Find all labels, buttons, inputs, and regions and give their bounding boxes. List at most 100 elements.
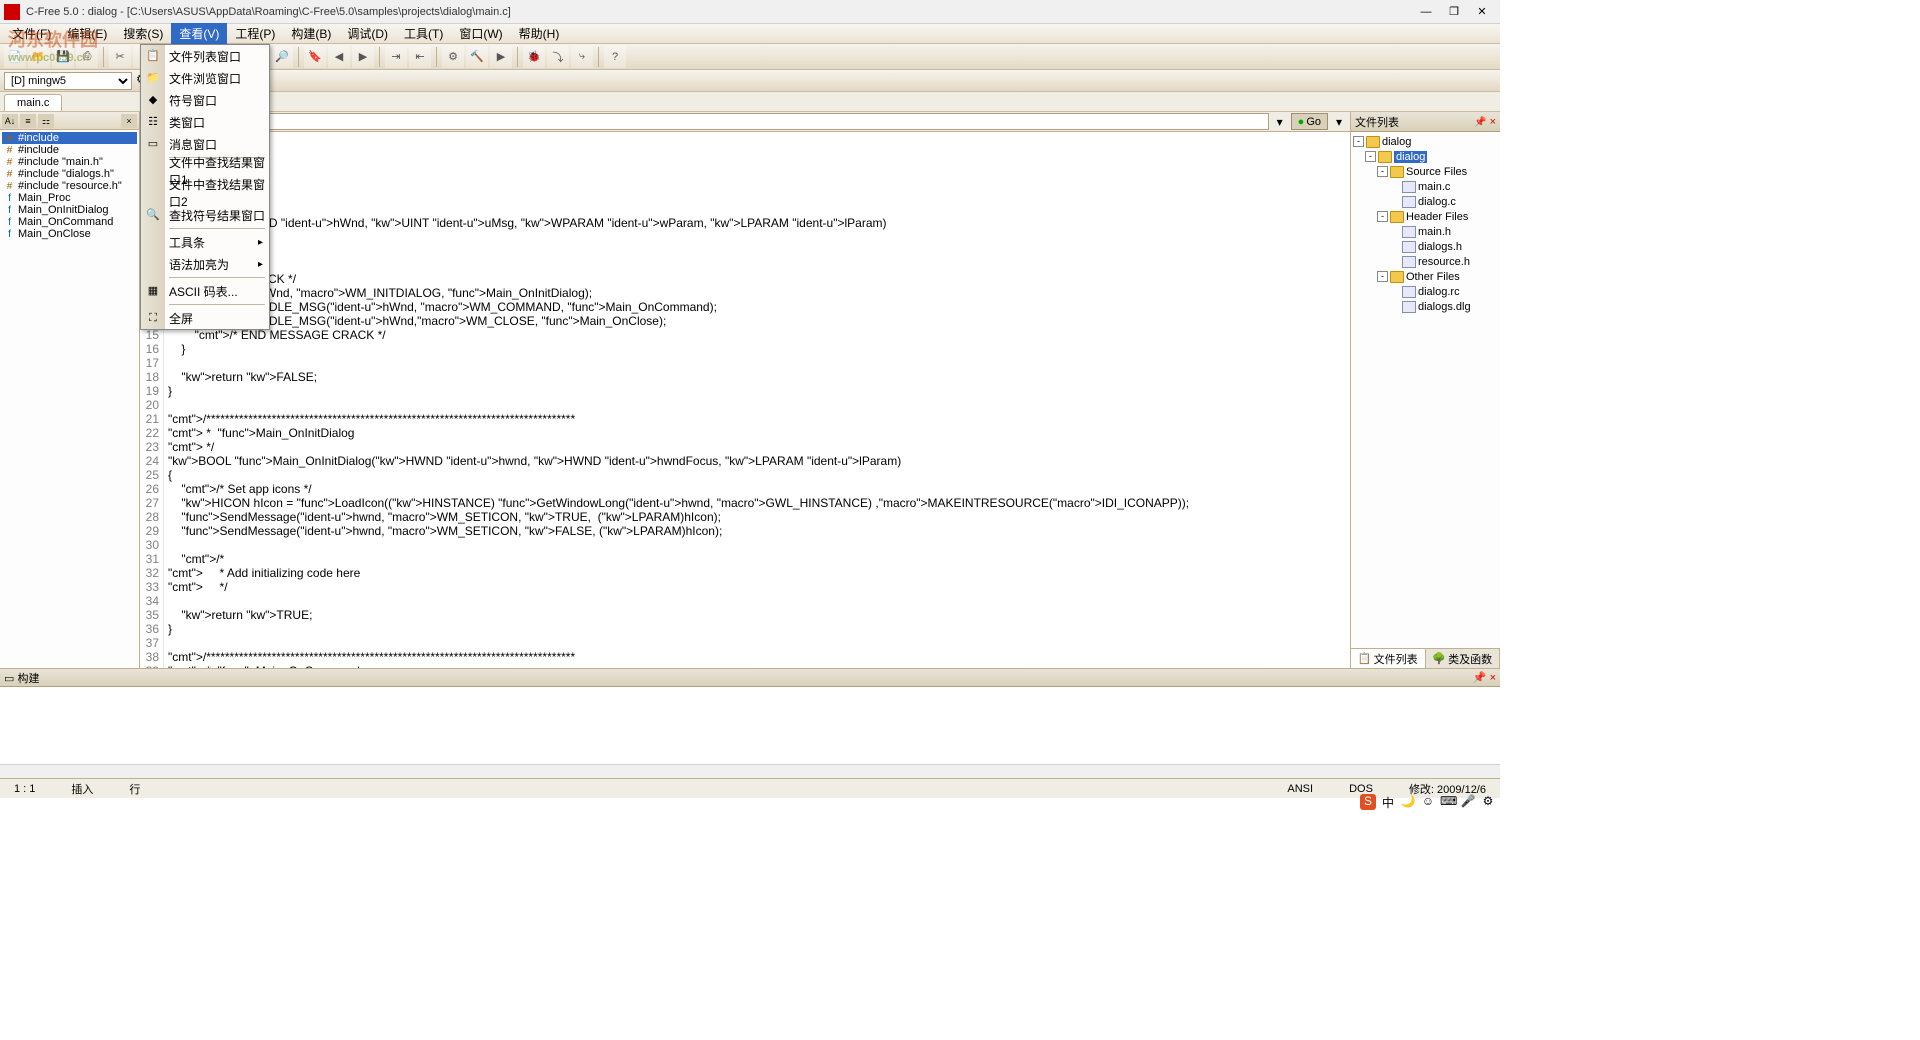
tree-node[interactable]: main.h [1353,224,1498,239]
findfiles-button[interactable]: 🔎 [271,46,293,68]
help-button[interactable]: ? [604,46,626,68]
editor-tab[interactable]: main.c [4,94,62,111]
close-icon[interactable]: × [121,114,137,128]
indent-button[interactable]: ⇥ [385,46,407,68]
outline-item[interactable]: fMain_OnCommand [2,216,137,228]
file-list-header: 文件列表 📌 × [1351,112,1500,132]
expand-icon[interactable]: - [1365,151,1376,162]
menu-item[interactable]: 📁文件浏览窗口 [141,67,269,89]
saveall-button[interactable]: ⎙ [76,46,98,68]
nav-dropdown-icon[interactable]: ▾ [1332,115,1346,129]
pin-icon[interactable]: 📌 [1473,672,1487,684]
tray-icon[interactable]: 中 [1380,794,1396,810]
tab-file-list[interactable]: 📋文件列表 [1351,649,1426,668]
expand-icon[interactable]: - [1353,136,1364,147]
debug-button[interactable]: 🐞 [523,46,545,68]
outline-item[interactable]: fMain_OnInitDialog [2,204,137,216]
tree-node[interactable]: resource.h [1353,254,1498,269]
outdent-button[interactable]: ⇤ [409,46,431,68]
menu-8[interactable]: 窗口(W) [451,23,510,44]
compiler-select[interactable]: [D] mingw5 [4,72,132,90]
expand-icon[interactable]: - [1377,271,1388,282]
go-button[interactable]: ●Go [1291,113,1328,130]
code-editor[interactable]: 1234567891011121314151617181920212223242… [140,132,1350,668]
menu-item[interactable]: ⛶全屏 [141,307,269,329]
outline-item[interactable]: ##include [2,132,137,144]
build-button[interactable]: 🔨 [466,46,488,68]
symbol-input[interactable] [226,113,1269,130]
outline-item[interactable]: ##include [2,144,137,156]
cut-button[interactable]: ✂ [109,46,131,68]
tree-node[interactable]: -dialog [1353,149,1498,164]
tray-icon[interactable]: 🎤 [1460,794,1476,810]
ime-icon[interactable]: S [1360,794,1376,810]
menu-item[interactable]: 文件中查找结果窗口2 [141,182,269,204]
tree-node[interactable]: dialogs.dlg [1353,299,1498,314]
tree-node[interactable]: -Header Files [1353,209,1498,224]
panel-close-icon[interactable]: × [1490,672,1496,684]
menu-2[interactable]: 搜索(S) [115,23,171,44]
stepinto-button[interactable]: ⤷ [571,46,593,68]
tray-icon[interactable]: 🌙 [1400,794,1416,810]
open-button[interactable]: 📂 [28,46,50,68]
bookmark-button[interactable]: 🔖 [304,46,326,68]
code-content[interactable]: ws.h>wsx.h>.h"gs.h"rce.h"n_Proc("kw">HWN… [164,132,1350,668]
tree-node[interactable]: dialog.rc [1353,284,1498,299]
prev-bookmark-button[interactable]: ◀ [328,46,350,68]
menu-item-icon: ▦ [145,283,161,299]
tab-classes[interactable]: 🌳类及函数 [1426,649,1501,668]
maximize-button[interactable]: ❐ [1440,3,1468,21]
outline-item[interactable]: ##include "main.h" [2,156,137,168]
menu-7[interactable]: 工具(T) [396,23,451,44]
menu-item[interactable]: ☷类窗口 [141,111,269,133]
menu-9[interactable]: 帮助(H) [511,23,568,44]
tree-node[interactable]: -Source Files [1353,164,1498,179]
menu-4[interactable]: 工程(P) [227,23,283,44]
panel-close-icon[interactable]: × [1490,116,1496,128]
outline-list[interactable]: ##include ##include ##include "main.h"##… [0,130,139,668]
outline-item[interactable]: ##include "resource.h" [2,180,137,192]
menu-item[interactable]: 📋文件列表窗口 [141,45,269,67]
menu-item[interactable]: 语法加亮为 [141,253,269,275]
build-scrollbar[interactable] [0,764,1500,778]
next-bookmark-button[interactable]: ▶ [352,46,374,68]
tray-icon[interactable]: ⚙ [1480,794,1496,810]
tree-node[interactable]: dialog.c [1353,194,1498,209]
navigation-bar: ▾ ●Go ▾ [140,112,1350,132]
file-tree[interactable]: -dialog-dialog-Source Filesmain.cdialog.… [1351,132,1500,648]
build-output[interactable] [0,687,1500,764]
menu-item[interactable]: ▭消息窗口 [141,133,269,155]
tree-node[interactable]: -dialog [1353,134,1498,149]
new-button[interactable]: 📄 [4,46,26,68]
tree-node[interactable]: -Other Files [1353,269,1498,284]
stepover-button[interactable]: ⤵ [547,46,569,68]
tree-node[interactable]: main.c [1353,179,1498,194]
outline-item[interactable]: fMain_Proc [2,192,137,204]
sort-icon[interactable]: A↓ [2,114,18,128]
tray-icon[interactable]: ☺ [1420,794,1436,810]
expand-icon[interactable]: - [1377,166,1388,177]
outline-item[interactable]: ##include "dialogs.h" [2,168,137,180]
minimize-button[interactable]: — [1412,3,1440,21]
compile-button[interactable]: ⚙ [442,46,464,68]
menu-0[interactable]: 文件(F) [4,23,59,44]
tree-node[interactable]: dialogs.h [1353,239,1498,254]
run-button[interactable]: ▶ [490,46,512,68]
menu-3[interactable]: 查看(V) [171,23,227,44]
expand-icon[interactable]: - [1377,211,1388,222]
menu-item[interactable]: 工具条 [141,231,269,253]
menu-5[interactable]: 构建(B) [283,23,339,44]
tray-icon[interactable]: ⌨ [1440,794,1456,810]
menu-item[interactable]: ▦ASCII 码表... [141,280,269,302]
pin-icon[interactable]: 📌 [1474,117,1486,128]
menu-6[interactable]: 调试(D) [339,23,396,44]
menu-item[interactable]: ◆符号窗口 [141,89,269,111]
save-button[interactable]: 💾 [52,46,74,68]
menu-1[interactable]: 编辑(E) [59,23,115,44]
view-icon[interactable]: ≡ [20,114,36,128]
dropdown-icon[interactable]: ▾ [1273,115,1287,129]
menu-item[interactable]: 🔍查找符号结果窗口 [141,204,269,226]
close-button[interactable]: ✕ [1468,3,1496,21]
outline-item[interactable]: fMain_OnClose [2,228,137,240]
filter-icon[interactable]: ⚏ [38,114,54,128]
